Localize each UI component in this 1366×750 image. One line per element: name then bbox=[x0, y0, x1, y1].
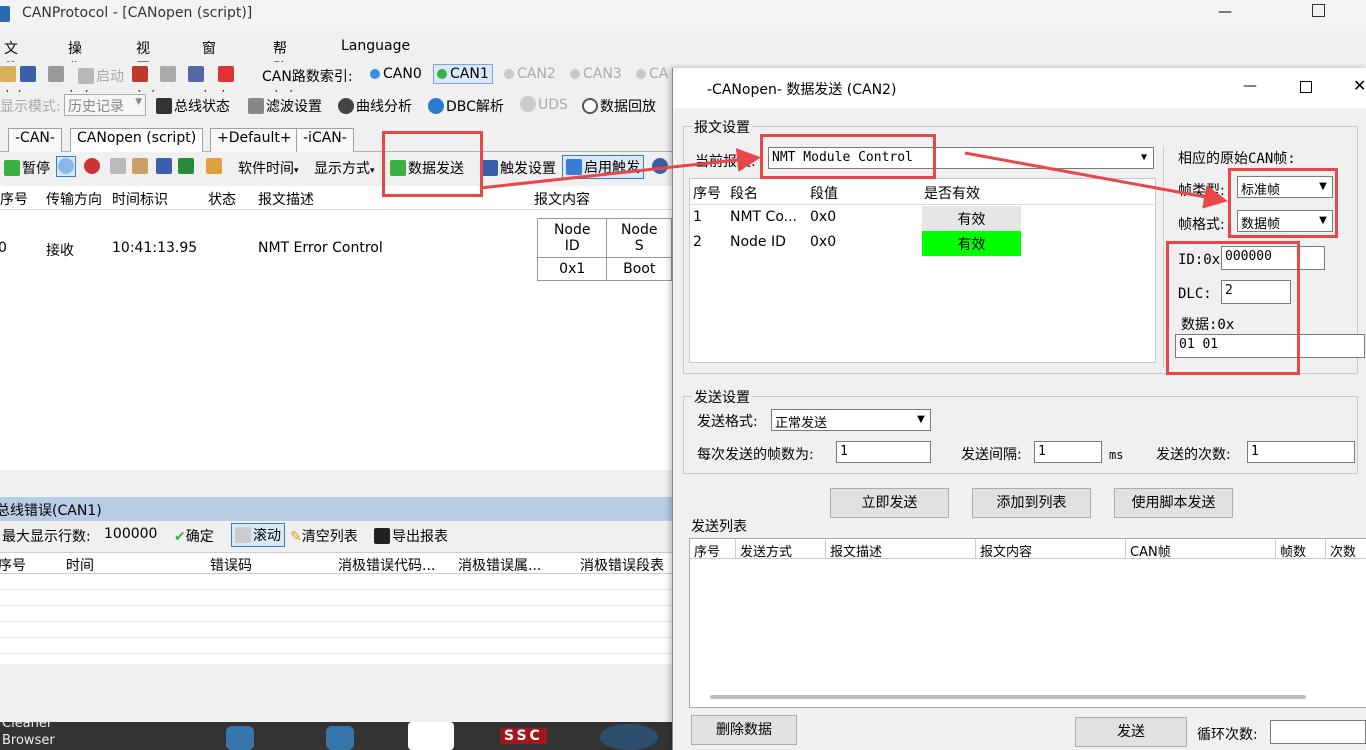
annotation-arrow-1 bbox=[479, 148, 761, 190]
annotation-arrow-2 bbox=[964, 151, 1228, 209]
annotation-arrows bbox=[479, 148, 1228, 209]
